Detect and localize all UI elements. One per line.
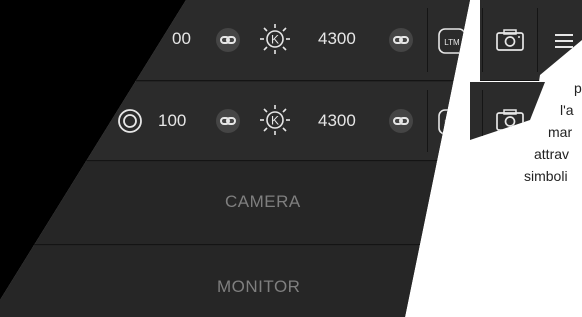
divider xyxy=(482,8,483,72)
iso-dial-icon[interactable] xyxy=(115,106,145,136)
side-text-line: attrav xyxy=(534,146,570,162)
divider xyxy=(427,90,428,152)
link-icon[interactable] xyxy=(388,108,414,134)
divider xyxy=(537,8,538,72)
iso-value[interactable]: 100 xyxy=(158,111,186,131)
lens-badge-text: LTM xyxy=(444,119,460,128)
iso-value[interactable]: 00 xyxy=(172,29,191,49)
divider xyxy=(427,8,428,72)
kelvin-symbol: K xyxy=(271,114,279,128)
kelvin-sun-icon[interactable]: K xyxy=(258,103,292,137)
side-text-line: p xyxy=(574,80,582,96)
kelvin-sun-icon[interactable]: K xyxy=(258,22,292,56)
lens-ltm-icon[interactable]: LTM xyxy=(437,107,467,137)
side-text-line: mar xyxy=(548,124,573,140)
link-icon[interactable] xyxy=(215,27,241,53)
link-icon[interactable] xyxy=(215,108,241,134)
camera-label[interactable]: CAMERA xyxy=(225,192,301,212)
kelvin-value[interactable]: 4300 xyxy=(318,29,356,49)
menu-icon[interactable] xyxy=(553,32,575,50)
kelvin-symbol: K xyxy=(271,33,279,47)
link-icon[interactable] xyxy=(388,27,414,53)
side-text-line: l'a xyxy=(560,102,574,118)
divider xyxy=(482,90,483,140)
monitor-row[interactable]: MONITOR xyxy=(0,246,470,317)
side-text-line: simboli xyxy=(524,168,568,184)
lens-badge-text: LTM xyxy=(444,38,460,47)
camera-row[interactable]: CAMERA xyxy=(0,162,470,245)
figure-stage: 00 K 4300 LTM 100 K 4300 LTM CAMERA MONI… xyxy=(0,0,582,317)
kelvin-value[interactable]: 4300 xyxy=(318,111,356,131)
monitor-label[interactable]: MONITOR xyxy=(217,277,300,297)
lens-ltm-icon[interactable]: LTM xyxy=(437,26,467,56)
camera-icon[interactable] xyxy=(495,28,525,52)
